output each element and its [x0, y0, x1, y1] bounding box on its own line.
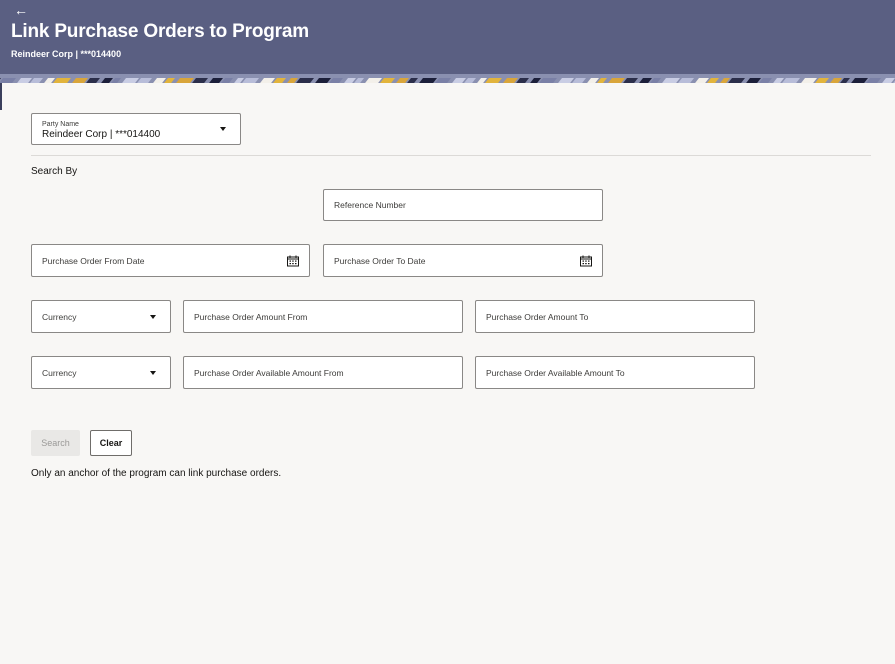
po-amount-to-placeholder: Purchase Order Amount To — [486, 311, 589, 322]
page-subtitle: Reindeer Corp | ***014400 — [11, 49, 122, 59]
po-from-date-placeholder: Purchase Order From Date — [42, 255, 145, 266]
header-decorative-pattern — [0, 74, 895, 83]
search-button[interactable]: Search — [31, 430, 80, 456]
po-to-date-placeholder: Purchase Order To Date — [334, 255, 426, 266]
chevron-down-icon — [150, 370, 156, 375]
po-from-date-input[interactable]: Purchase Order From Date — [31, 244, 310, 277]
section-divider — [31, 155, 871, 156]
po-amount-from-input[interactable]: Purchase Order Amount From — [183, 300, 463, 333]
calendar-icon[interactable] — [287, 255, 299, 266]
anchor-info-message: Only an anchor of the program can link p… — [31, 468, 282, 479]
reference-number-input[interactable]: Reference Number — [323, 189, 603, 221]
page-title: Link Purchase Orders to Program — [11, 21, 309, 42]
page-header: ← Link Purchase Orders to Program Reinde… — [0, 0, 895, 74]
po-available-amount-to-input[interactable]: Purchase Order Available Amount To — [475, 356, 755, 389]
currency-select-amount[interactable]: Currency — [31, 300, 171, 333]
currency-select-available-amount[interactable]: Currency — [31, 356, 171, 389]
party-name-label: Party Name — [42, 121, 79, 128]
po-amount-from-placeholder: Purchase Order Amount From — [194, 311, 308, 322]
po-available-amount-from-placeholder: Purchase Order Available Amount From — [194, 367, 344, 378]
main-content: Party Name Reindeer Corp | ***014400 Sea… — [0, 83, 895, 664]
currency-placeholder: Currency — [42, 367, 77, 378]
search-by-label: Search By — [31, 166, 78, 177]
currency-placeholder: Currency — [42, 311, 77, 322]
chevron-down-icon — [220, 127, 226, 131]
party-name-value: Reindeer Corp | ***014400 — [42, 129, 161, 140]
po-to-date-input[interactable]: Purchase Order To Date — [323, 244, 603, 277]
po-amount-to-input[interactable]: Purchase Order Amount To — [475, 300, 755, 333]
po-available-amount-from-input[interactable]: Purchase Order Available Amount From — [183, 356, 463, 389]
reference-number-placeholder: Reference Number — [334, 200, 406, 210]
po-available-amount-to-placeholder: Purchase Order Available Amount To — [486, 367, 625, 378]
clear-button[interactable]: Clear — [90, 430, 132, 456]
chevron-down-icon — [150, 314, 156, 319]
party-name-select[interactable]: Party Name Reindeer Corp | ***014400 — [31, 113, 241, 145]
back-arrow-icon[interactable]: ← — [14, 3, 28, 17]
calendar-icon[interactable] — [580, 255, 592, 266]
